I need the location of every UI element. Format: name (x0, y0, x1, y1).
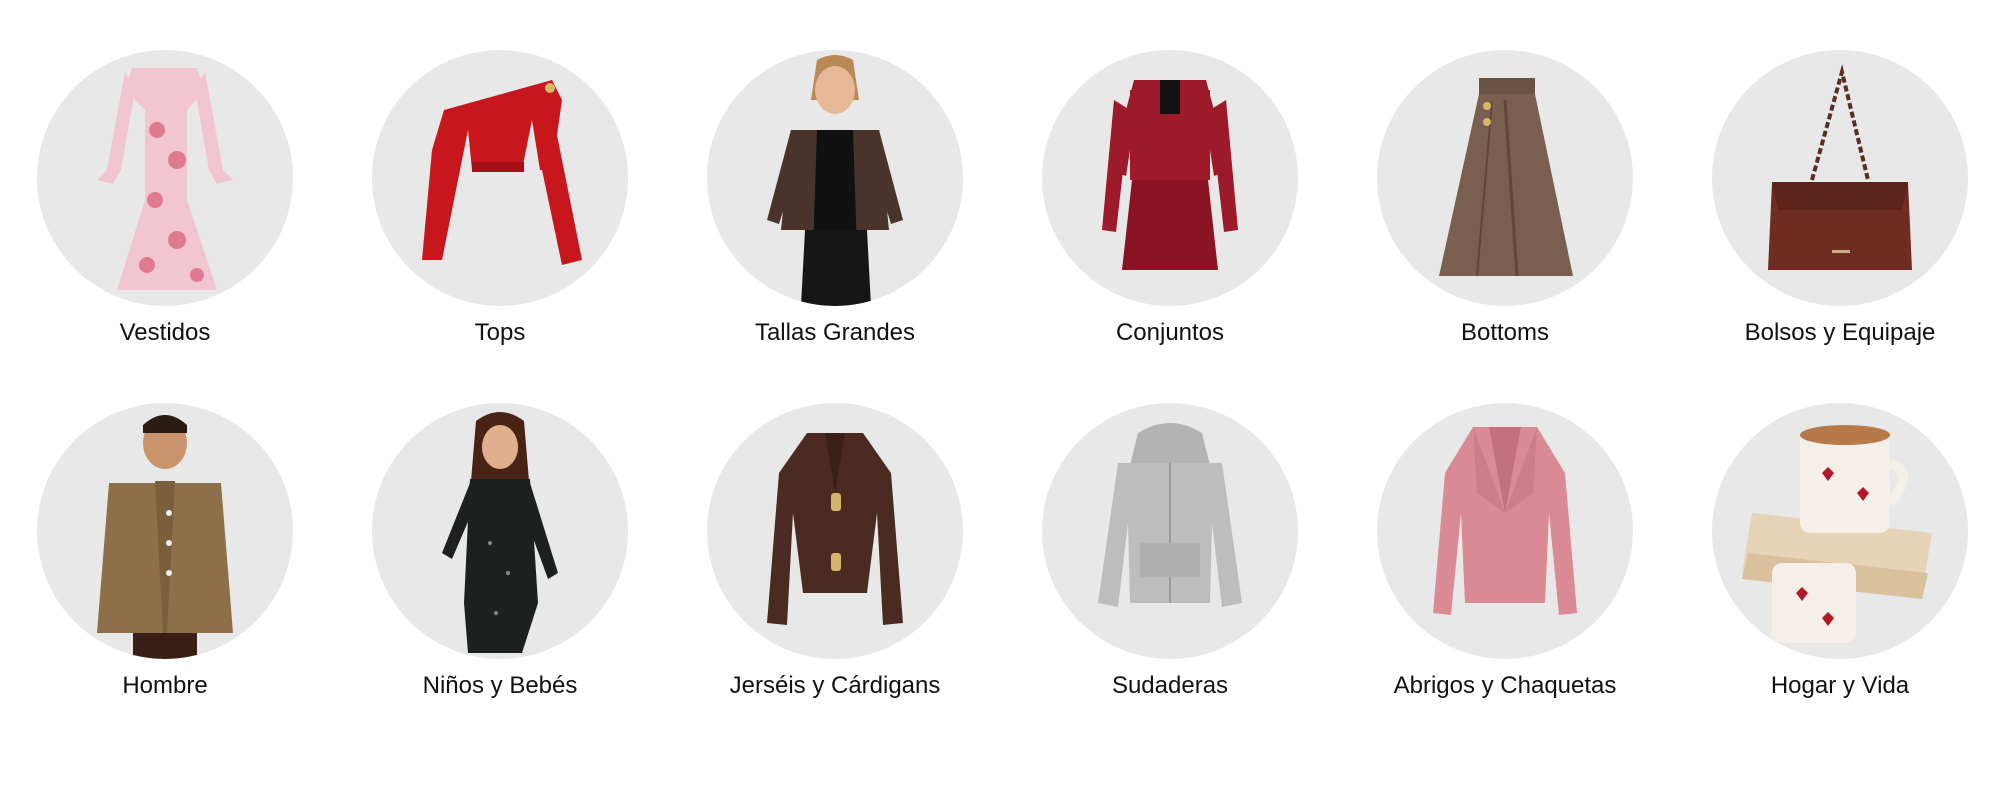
category-label: Niños y Bebés (422, 672, 578, 699)
mens-cardigan-icon (97, 415, 233, 659)
category-label: Bolsos y Equipaje (1744, 319, 1936, 346)
category-label: Hombre (122, 672, 208, 699)
handbag-icon (1768, 64, 1912, 270)
category-image-circle[interactable] (707, 50, 963, 306)
mug-books-icon (1742, 425, 1932, 643)
category-label: Hogar y Vida (1770, 672, 1910, 699)
category-image-circle[interactable] (37, 403, 293, 659)
category-label: Bottoms (1460, 319, 1550, 346)
category-image-circle[interactable] (37, 50, 293, 306)
category-image-circle[interactable] (1042, 403, 1298, 659)
category-label: Tallas Grandes (754, 319, 916, 346)
category-grid: Vestidos Tops Tallas Grandes Conjuntos B… (0, 0, 2000, 787)
category-item-vestidos[interactable]: Vestidos (15, 50, 315, 348)
category-image-circle[interactable] (1712, 50, 1968, 306)
plus-size-model-icon (767, 55, 903, 306)
category-item-hogar-y-vida[interactable]: Hogar y Vida (1690, 403, 1990, 701)
pink-jacket-icon (1433, 427, 1577, 615)
category-image-circle[interactable] (707, 403, 963, 659)
category-label: Vestidos (119, 319, 211, 346)
category-item-hombre[interactable]: Hombre (15, 403, 315, 701)
category-image-circle[interactable] (1712, 403, 1968, 659)
category-item-tops[interactable]: Tops (350, 50, 650, 348)
category-image-circle[interactable] (1377, 50, 1633, 306)
category-item-bolsos-y-equipaje[interactable]: Bolsos y Equipaje (1690, 50, 1990, 348)
category-item-sudaderas[interactable]: Sudaderas (1020, 403, 1320, 701)
category-label: Tops (474, 319, 526, 346)
skirt-icon (1439, 78, 1573, 277)
category-item-jerseis-y-cardigans[interactable]: Jerséis y Cárdigans (685, 403, 985, 701)
red-top-icon (422, 80, 582, 265)
category-item-conjuntos[interactable]: Conjuntos (1020, 50, 1320, 348)
category-item-abrigos-y-chaquetas[interactable]: Abrigos y Chaquetas (1355, 403, 1655, 701)
category-label: Sudaderas (1111, 672, 1229, 699)
category-image-circle[interactable] (372, 50, 628, 306)
category-item-tallas-grandes[interactable]: Tallas Grandes (685, 50, 985, 348)
category-image-circle[interactable] (372, 403, 628, 659)
category-image-circle[interactable] (1042, 50, 1298, 306)
category-label: Conjuntos (1115, 319, 1225, 346)
category-label: Abrigos y Chaquetas (1393, 672, 1617, 699)
knit-cardigan-icon (767, 433, 903, 625)
category-image-circle[interactable] (1377, 403, 1633, 659)
tweed-set-icon (1102, 80, 1238, 270)
girl-dress-icon (442, 412, 558, 653)
category-item-bottoms[interactable]: Bottoms (1355, 50, 1655, 348)
floral-dress-icon (97, 68, 233, 290)
hoodie-icon (1098, 423, 1242, 607)
category-label: Jerséis y Cárdigans (729, 672, 941, 699)
category-item-ninos-y-bebes[interactable]: Niños y Bebés (350, 403, 650, 701)
